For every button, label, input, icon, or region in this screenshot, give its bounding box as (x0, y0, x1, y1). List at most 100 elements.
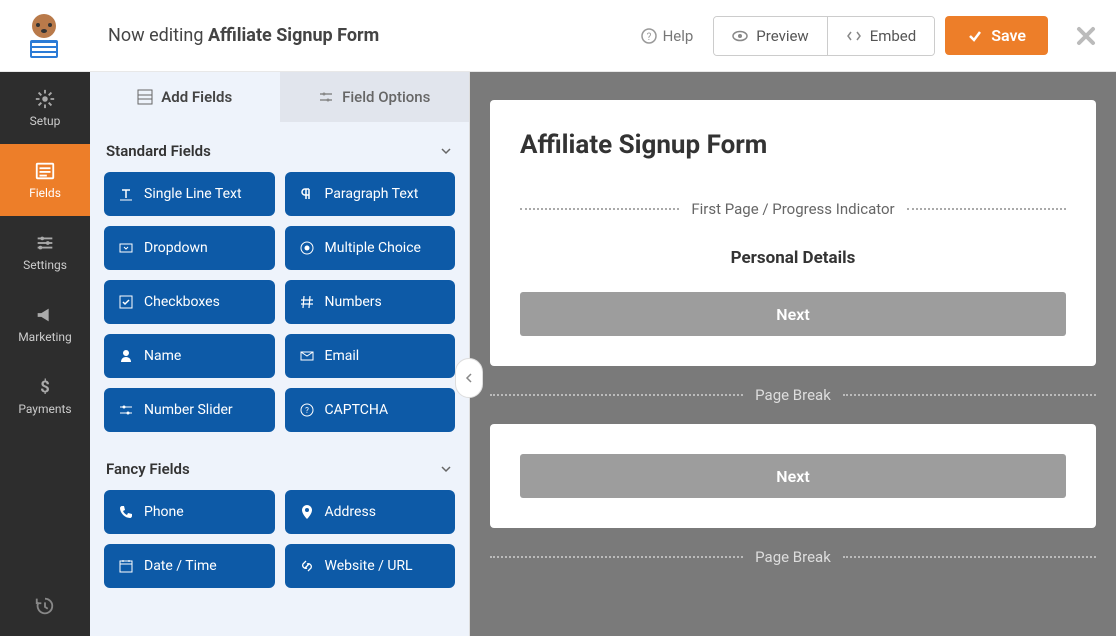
save-label: Save (991, 26, 1026, 45)
tab-add-label: Add Fields (161, 88, 232, 106)
tab-field-options[interactable]: Field Options (280, 72, 470, 122)
sliders-icon (34, 232, 56, 254)
svg-text:$: $ (40, 379, 49, 398)
field-name[interactable]: Name (104, 334, 275, 378)
left-nav: Setup Fields Settings Marketing $ Paymen… (0, 72, 90, 636)
page-break-2[interactable]: Page Break (490, 548, 1096, 566)
radio-icon (299, 240, 315, 256)
standard-fields-grid: Single Line Text Paragraph Text Dropdown… (104, 172, 455, 432)
fancy-fields-grid: Phone Address Date / Time Website / URL (104, 490, 455, 588)
nav-settings[interactable]: Settings (0, 216, 90, 288)
hash-icon (299, 294, 315, 310)
user-icon (118, 348, 134, 364)
link-icon (299, 558, 315, 574)
panel-content: Standard Fields Single Line Text Paragra… (90, 122, 469, 636)
chevron-down-icon (439, 462, 453, 476)
field-captcha[interactable]: ?CAPTCHA (285, 388, 456, 432)
form-title[interactable]: Affiliate Signup Form (520, 130, 1066, 160)
editing-prefix: Now editing (108, 25, 208, 46)
calendar-icon (118, 558, 134, 574)
form-page-1[interactable]: Affiliate Signup Form First Page / Progr… (490, 100, 1096, 366)
paragraph-icon (299, 186, 315, 202)
history-icon (34, 595, 56, 617)
svg-text:?: ? (646, 32, 651, 43)
tab-add-fields[interactable]: Add Fields (90, 72, 280, 122)
help-label: Help (663, 27, 694, 45)
check-icon (967, 28, 983, 44)
checkbox-icon (118, 294, 134, 310)
fancy-fields-header[interactable]: Fancy Fields (104, 456, 455, 490)
tab-options-label: Field Options (342, 88, 430, 106)
field-website-url[interactable]: Website / URL (285, 544, 456, 588)
nav-settings-label: Settings (23, 258, 67, 272)
captcha-icon: ? (299, 402, 315, 418)
page-break-label: Page Break (755, 548, 831, 566)
history-button[interactable] (0, 576, 90, 636)
progress-label: First Page / Progress Indicator (691, 200, 894, 218)
form-canvas[interactable]: Affiliate Signup Form First Page / Progr… (470, 72, 1116, 636)
help-icon: ? (641, 28, 657, 44)
standard-fields-label: Standard Fields (106, 142, 211, 160)
page-break-1[interactable]: Page Break (490, 386, 1096, 404)
code-icon (846, 28, 862, 44)
nav-fields-label: Fields (29, 186, 61, 200)
dollar-icon: $ (34, 376, 56, 398)
nav-marketing[interactable]: Marketing (0, 288, 90, 360)
preview-embed-group: Preview Embed (713, 16, 935, 56)
panel-collapse-handle[interactable] (455, 358, 483, 398)
field-single-line-text[interactable]: Single Line Text (104, 172, 275, 216)
slider-icon (118, 402, 134, 418)
progress-indicator-row[interactable]: First Page / Progress Indicator (520, 200, 1066, 218)
next-button[interactable]: Next (520, 292, 1066, 336)
field-date-time[interactable]: Date / Time (104, 544, 275, 588)
chevron-left-icon (464, 371, 474, 385)
next-button[interactable]: Next (520, 454, 1066, 498)
preview-button[interactable]: Preview (714, 17, 827, 55)
field-number-slider[interactable]: Number Slider (104, 388, 275, 432)
top-bar: Now editing Affiliate Signup Form ? Help… (0, 0, 1116, 72)
svg-text:?: ? (305, 406, 309, 415)
editing-title: Now editing Affiliate Signup Form (108, 25, 379, 46)
section-personal-details[interactable]: Personal Details (520, 248, 1066, 268)
eye-icon (732, 28, 748, 44)
field-phone[interactable]: Phone (104, 490, 275, 534)
options-icon (318, 89, 334, 105)
top-actions: ? Help Preview Embed Save (631, 16, 1096, 56)
embed-button[interactable]: Embed (828, 17, 935, 55)
close-icon (1076, 26, 1096, 46)
megaphone-icon (34, 304, 56, 326)
form-page-2[interactable]: Next (490, 424, 1096, 528)
nav-setup[interactable]: Setup (0, 72, 90, 144)
grid-icon (137, 89, 153, 105)
preview-label: Preview (756, 27, 808, 45)
nav-fields[interactable]: Fields (0, 144, 90, 216)
standard-fields-header[interactable]: Standard Fields (104, 138, 455, 172)
panel-tabs: Add Fields Field Options (90, 72, 469, 122)
field-numbers[interactable]: Numbers (285, 280, 456, 324)
pin-icon (299, 504, 315, 520)
field-email[interactable]: Email (285, 334, 456, 378)
mail-icon (299, 348, 315, 364)
field-paragraph-text[interactable]: Paragraph Text (285, 172, 456, 216)
form-name: Affiliate Signup Form (208, 25, 379, 46)
field-address[interactable]: Address (285, 490, 456, 534)
form-icon (34, 160, 56, 182)
field-multiple-choice[interactable]: Multiple Choice (285, 226, 456, 270)
nav-setup-label: Setup (30, 114, 61, 128)
nav-marketing-label: Marketing (18, 330, 72, 344)
help-link[interactable]: ? Help (631, 27, 704, 45)
phone-icon (118, 504, 134, 520)
field-dropdown[interactable]: Dropdown (104, 226, 275, 270)
fields-panel: Add Fields Field Options Standard Fields… (90, 72, 470, 636)
save-button[interactable]: Save (945, 16, 1048, 55)
nav-payments-label: Payments (18, 402, 71, 416)
page-break-label: Page Break (755, 386, 831, 404)
dropdown-icon (118, 240, 134, 256)
app-logo (20, 12, 68, 60)
text-icon (118, 186, 134, 202)
close-button[interactable] (1076, 26, 1096, 46)
nav-payments[interactable]: $ Payments (0, 360, 90, 432)
fancy-fields-label: Fancy Fields (106, 460, 190, 478)
field-checkboxes[interactable]: Checkboxes (104, 280, 275, 324)
chevron-down-icon (439, 144, 453, 158)
